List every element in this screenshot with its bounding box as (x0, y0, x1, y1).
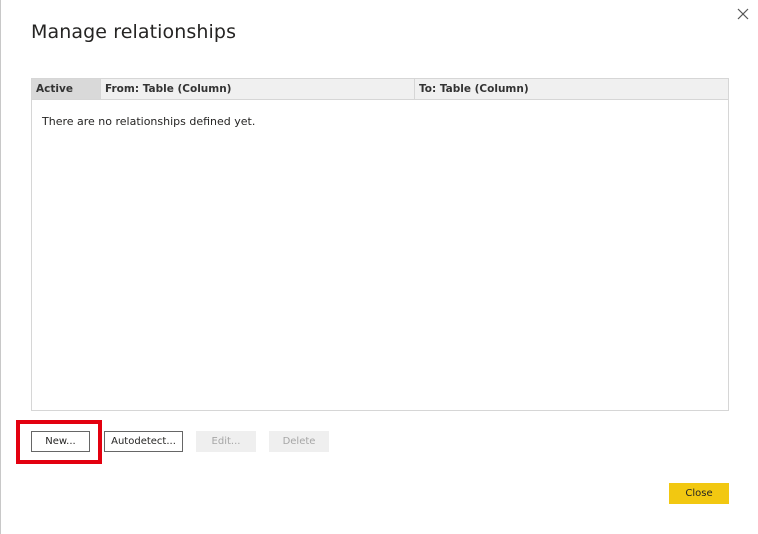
column-header-from[interactable]: From: Table (Column) (101, 79, 415, 99)
empty-message: There are no relationships defined yet. (42, 115, 256, 128)
new-button[interactable]: New... (31, 431, 90, 452)
close-icon[interactable] (734, 5, 752, 23)
column-header-to[interactable]: To: Table (Column) (415, 79, 728, 99)
edit-button: Edit... (196, 431, 256, 452)
autodetect-button[interactable]: Autodetect... (104, 431, 183, 452)
manage-relationships-dialog: Manage relationships Active From: Table … (0, 0, 758, 534)
relationships-table: Active From: Table (Column) To: Table (C… (31, 78, 729, 411)
delete-button: Delete (269, 431, 329, 452)
close-button[interactable]: Close (669, 483, 729, 504)
table-header: Active From: Table (Column) To: Table (C… (32, 79, 728, 100)
dialog-title: Manage relationships (31, 21, 237, 43)
column-header-active[interactable]: Active (32, 79, 101, 99)
